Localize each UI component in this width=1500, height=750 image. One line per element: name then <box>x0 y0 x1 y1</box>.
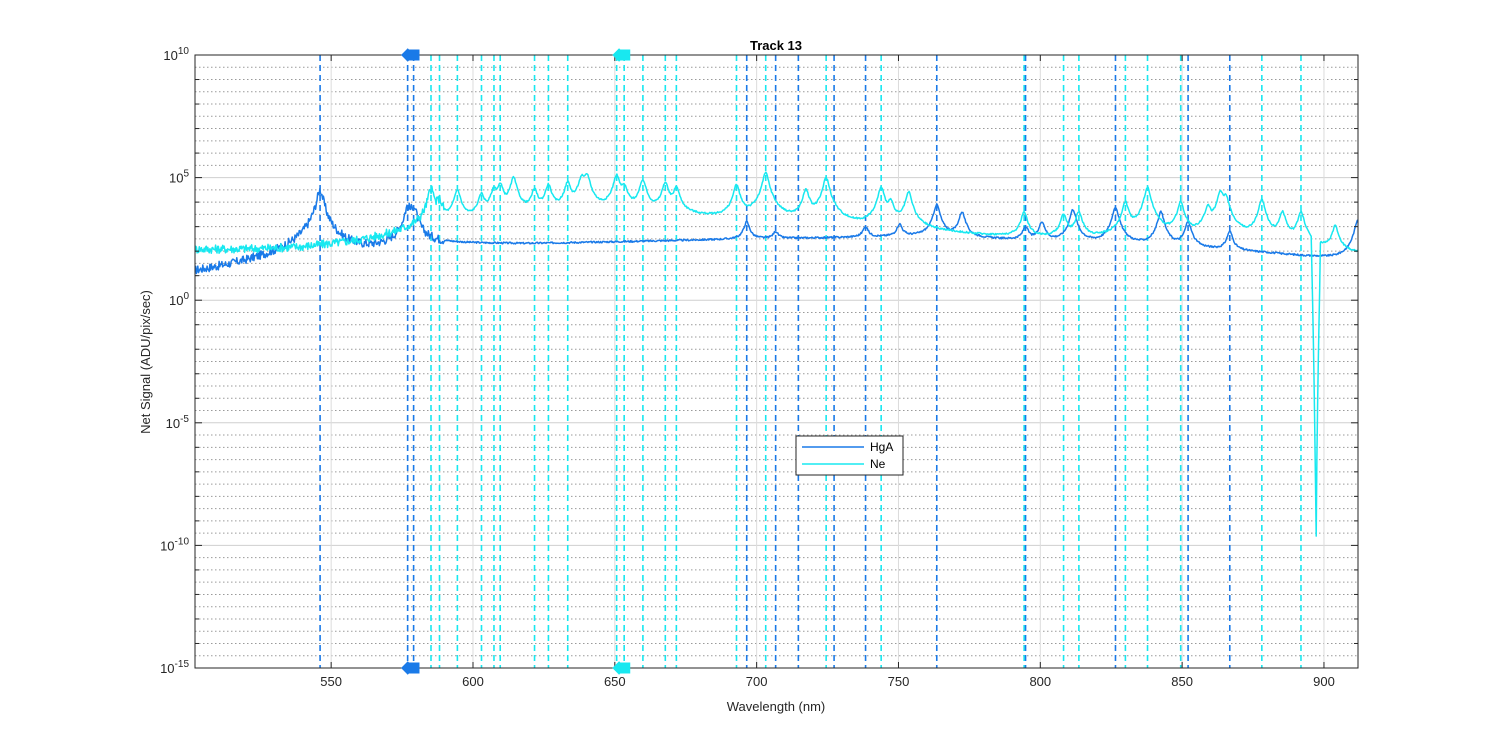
x-tick-label: 750 <box>888 674 910 689</box>
legend: HgA Ne <box>795 435 904 476</box>
x-axis-label: Wavelength (nm) <box>727 699 826 714</box>
x-tick-label: 600 <box>462 674 484 689</box>
marker-square-hga <box>408 49 420 61</box>
y-axis-label: Net Signal (ADU/pix/sec) <box>138 290 153 434</box>
chart-title: Track 13 <box>750 38 802 53</box>
x-tick-label: 700 <box>746 674 768 689</box>
legend-label-ne: Ne <box>870 457 886 471</box>
legend-label-hga: HgA <box>870 440 893 454</box>
spectrum-chart: 550 600 650 700 750 800 850 900101010510010-510… <box>0 0 1500 750</box>
marker-square-ne <box>619 662 631 674</box>
marker-square-ne <box>619 49 631 61</box>
x-tick-label: 550 <box>320 674 342 689</box>
x-tick-label: 850 <box>1171 674 1193 689</box>
marker-square-hga <box>408 662 420 674</box>
x-tick-label: 900 <box>1313 674 1335 689</box>
x-tick-label: 800 <box>1029 674 1051 689</box>
x-tick-label: 650 <box>604 674 626 689</box>
